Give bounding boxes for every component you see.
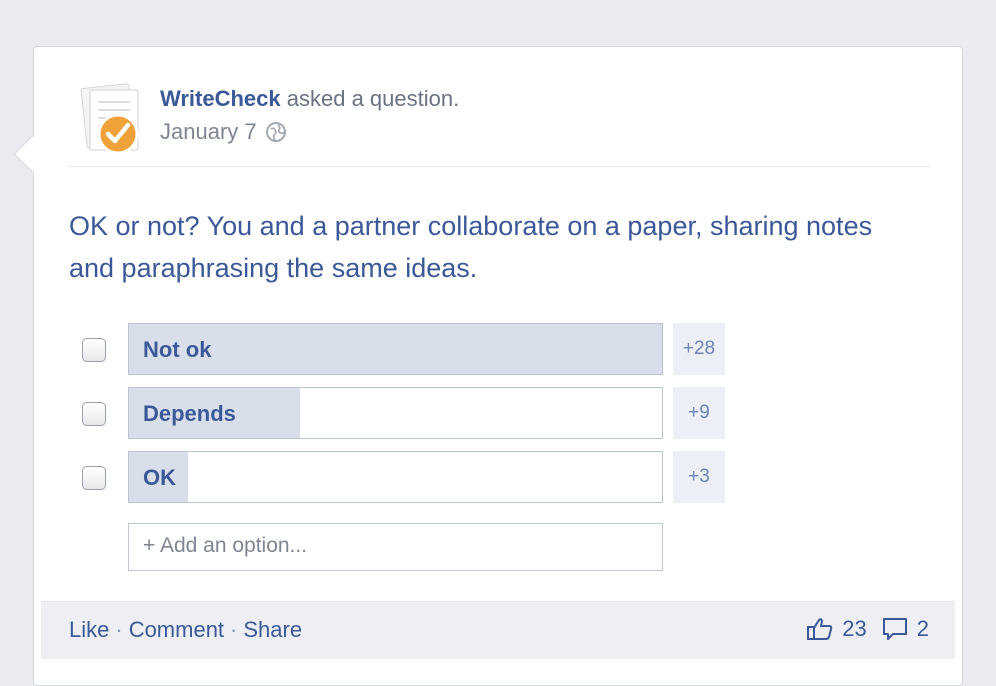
poll-option-checkbox[interactable] (82, 338, 106, 362)
poll-option-label: Not ok (143, 337, 212, 362)
post-date[interactable]: January 7 (160, 119, 257, 145)
post-stats: 23 2 (806, 616, 929, 642)
poll-option-checkbox[interactable] (82, 466, 106, 490)
likes-count[interactable]: 23 (842, 616, 866, 642)
poll-option-bar[interactable]: OK (128, 451, 663, 503)
post-action-text: asked a question. (286, 86, 460, 111)
poll-option-label: OK (143, 465, 176, 490)
author-link[interactable]: WriteCheck (160, 86, 281, 111)
poll-option-bar[interactable]: Not ok (128, 323, 663, 375)
globe-icon[interactable] (265, 121, 287, 143)
poll-option-bar[interactable]: Depends (128, 387, 663, 439)
poll-option-ok[interactable]: OK +3 (80, 451, 730, 503)
post-actions: Like · Comment · Share (69, 617, 302, 643)
action-separator: · (230, 617, 238, 642)
share-link[interactable]: Share (243, 617, 302, 642)
poll-option-checkbox[interactable] (82, 402, 106, 426)
action-separator: · (115, 617, 123, 642)
question-text: OK or not? You and a partner collaborate… (69, 211, 873, 283)
poll-option-voters-count[interactable]: +3 (673, 451, 725, 503)
like-link[interactable]: Like (69, 617, 109, 642)
poll-option-not-ok[interactable]: Not ok +28 (80, 323, 730, 375)
thumbs-up-icon[interactable] (806, 616, 834, 642)
writecheck-logo-avatar[interactable] (78, 80, 144, 156)
comment-link[interactable]: Comment (129, 617, 224, 642)
post-footer: Like · Comment · Share 23 2 (41, 601, 955, 659)
header-divider (69, 166, 930, 167)
poll-option-depends[interactable]: Depends +9 (80, 387, 730, 439)
post-header-line: WriteCheck asked a question. (160, 86, 459, 112)
comment-bubble-icon[interactable] (881, 616, 909, 642)
poll-option-label: Depends (143, 401, 236, 426)
comments-count[interactable]: 2 (917, 616, 929, 642)
add-option-input[interactable]: + Add an option... (128, 523, 663, 571)
poll-option-voters-count[interactable]: +9 (673, 387, 725, 439)
post-date-line: January 7 (160, 119, 287, 145)
poll-option-voters-count[interactable]: +28 (673, 323, 725, 375)
